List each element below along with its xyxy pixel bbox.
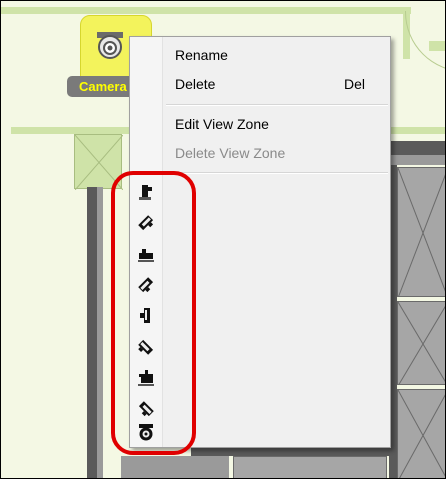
menu-separator (166, 172, 388, 174)
structure-left-dark (87, 187, 97, 478)
wall-right-stub (429, 41, 445, 51)
camera-label: Camera (67, 76, 137, 97)
structure-right-dark (389, 141, 445, 155)
wall-mid-left (11, 127, 129, 134)
camera-facing-down-left-icon[interactable] (137, 400, 155, 418)
menu-item-label: Edit View Zone (175, 116, 269, 132)
structure-left-grey (97, 187, 103, 478)
menu-item-label: Delete (175, 76, 216, 92)
menu-item-shortcut: Del (343, 76, 365, 92)
floor-tile (397, 301, 445, 385)
camera-facing-left-icon[interactable] (137, 369, 155, 387)
column-block (74, 134, 123, 190)
floor-tile (233, 456, 387, 478)
wall-top (1, 7, 411, 14)
floor-tile (397, 389, 445, 478)
camera-facing-down-right-icon[interactable] (137, 214, 155, 232)
menu-item-label: Rename (175, 47, 228, 63)
menu-item-rename[interactable]: Rename (162, 41, 390, 69)
floor-plan-canvas[interactable]: Camera Rename Delete Del Edit View Zone … (0, 0, 446, 479)
menu-item-delete[interactable]: Delete Del (162, 70, 390, 98)
menu-item-edit-view-zone[interactable]: Edit View Zone (162, 110, 390, 138)
context-menu: Rename Delete Del Edit View Zone Delete … (129, 36, 391, 448)
structure-bottom-left (121, 456, 229, 478)
dome-camera-icon[interactable] (137, 423, 155, 441)
camera-facing-up-icon[interactable] (137, 307, 155, 325)
structure-right-grey (389, 155, 445, 165)
dome-camera-icon (97, 32, 123, 59)
camera-facing-up-right-icon[interactable] (137, 276, 155, 294)
menu-separator (166, 104, 388, 106)
floor-tile (397, 167, 445, 297)
camera-facing-right-icon[interactable] (137, 245, 155, 263)
camera-facing-up-left-icon[interactable] (137, 338, 155, 356)
structure-bottom-bar (191, 448, 391, 456)
menu-item-delete-view-zone: Delete View Zone (162, 139, 390, 167)
camera-facing-down-icon[interactable] (137, 183, 155, 201)
wall-mid-right (389, 127, 445, 134)
menu-item-label: Delete View Zone (175, 145, 286, 161)
